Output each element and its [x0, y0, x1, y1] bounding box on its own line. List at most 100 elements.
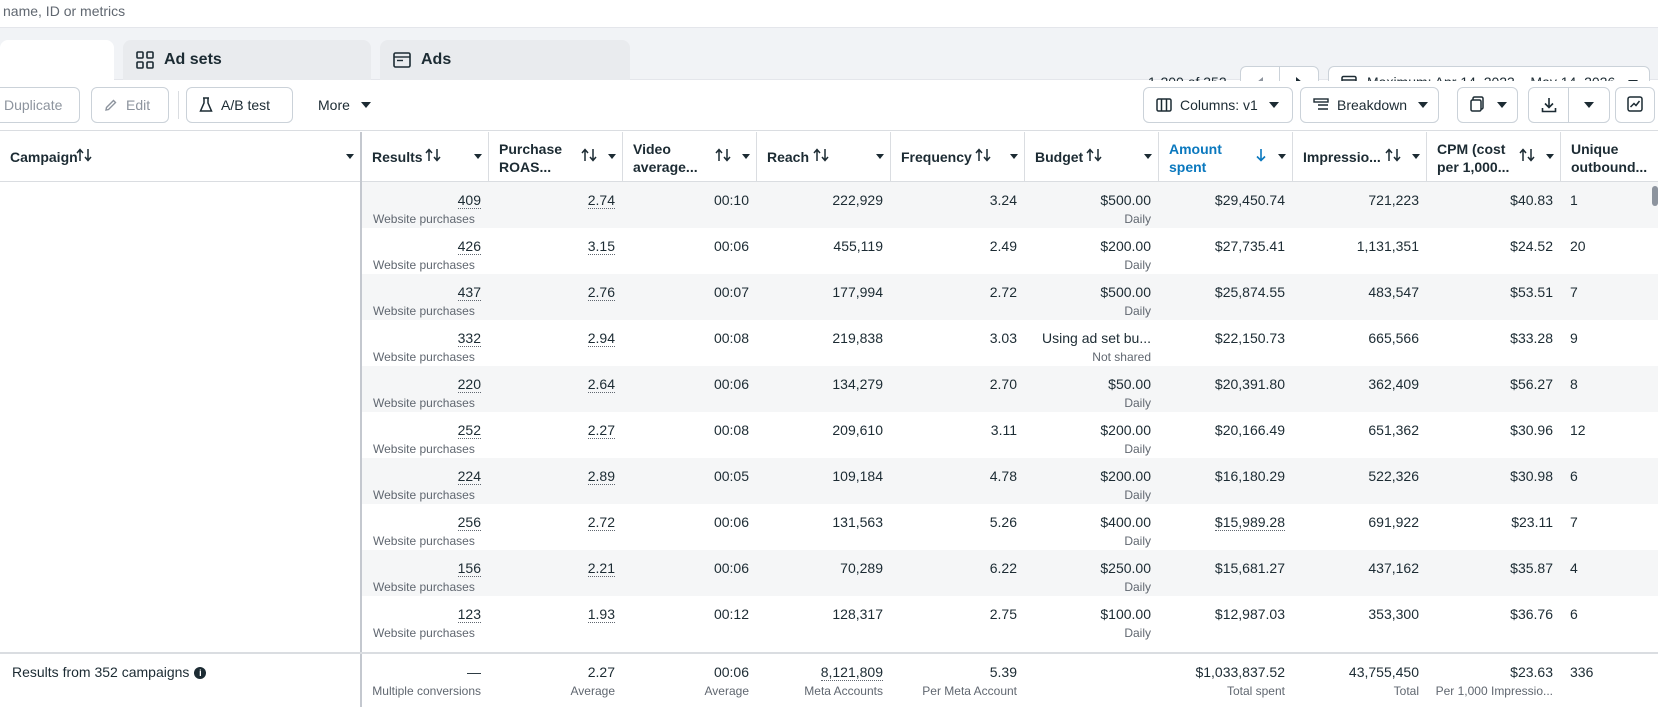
breakdown-button[interactable]: Breakdown — [1300, 87, 1439, 123]
column-header-video-average[interactable]: Video average... — [623, 132, 757, 182]
chevron-down-icon[interactable] — [608, 154, 616, 159]
sort-icon[interactable] — [813, 148, 829, 162]
results-value[interactable]: 256 — [457, 514, 481, 531]
search-input[interactable]: name, ID or metrics — [3, 3, 125, 19]
table-row[interactable]: 437 Website purchases 2.76 00:07 177,994 2.72… — [362, 274, 1658, 320]
chevron-down-icon[interactable] — [1412, 154, 1420, 159]
tab-ads[interactable]: Ads — [380, 40, 630, 80]
cell-cpm: $35.87 — [1427, 550, 1561, 596]
unique-value: 6 — [1570, 606, 1578, 622]
results-subtext: Website purchases — [373, 212, 475, 226]
column-header-cpm[interactable]: CPM (cost per 1,000... — [1427, 132, 1561, 182]
chevron-down-icon[interactable] — [1010, 154, 1018, 159]
unique-value: 7 — [1570, 514, 1578, 530]
roas-value[interactable]: 2.72 — [587, 514, 615, 531]
table-row[interactable]: 256 Website purchases 2.72 00:06 131,563 5.26… — [362, 504, 1658, 550]
results-value[interactable]: 252 — [457, 422, 481, 439]
column-header-purchase-roas[interactable]: Purchase ROAS... — [489, 132, 623, 182]
chevron-down-icon[interactable] — [876, 154, 884, 159]
roas-value[interactable]: 2.89 — [587, 468, 615, 485]
budget-subtext: Daily — [1124, 488, 1151, 502]
chevron-down-icon[interactable] — [1144, 154, 1152, 159]
chevron-down-icon[interactable] — [742, 154, 750, 159]
sort-icon[interactable] — [715, 148, 731, 162]
chevron-down-icon[interactable] — [1546, 154, 1554, 159]
frequency-value: 3.11 — [990, 422, 1017, 438]
sort-icon[interactable] — [76, 148, 92, 162]
cell-cpm: $30.96 — [1427, 412, 1561, 458]
sort-icon[interactable] — [581, 148, 597, 162]
tab-ad-sets[interactable]: Ad sets — [123, 40, 371, 80]
roas-value[interactable]: 2.94 — [587, 330, 615, 347]
chevron-down-icon[interactable] — [1278, 154, 1286, 159]
table-row[interactable]: 409 Website purchases 2.74 00:10 222,929 3.24… — [362, 182, 1658, 228]
results-value[interactable]: 220 — [457, 376, 481, 393]
search-bar[interactable]: name, ID or metrics — [0, 0, 1658, 28]
column-header-reach[interactable]: Reach — [757, 132, 891, 182]
results-value[interactable]: 437 — [457, 284, 481, 301]
sort-descending-icon[interactable] — [1255, 148, 1267, 162]
roas-value[interactable]: 3.15 — [587, 238, 615, 255]
edit-button[interactable]: Edit — [91, 87, 169, 123]
reports-button[interactable] — [1457, 87, 1518, 123]
results-value[interactable]: 224 — [457, 468, 481, 485]
sort-icon[interactable] — [1086, 148, 1102, 162]
total-frequency-sub: Per Meta Account — [922, 684, 1017, 698]
results-value[interactable]: 426 — [457, 238, 481, 255]
amount-value: $25,874.55 — [1214, 284, 1285, 300]
roas-value[interactable]: 2.64 — [587, 376, 615, 393]
cell-reach: 177,994 — [757, 274, 891, 320]
table-row[interactable]: 123 Website purchases 1.93 00:12 128,317 2.75… — [362, 596, 1658, 642]
table-row[interactable]: 224 Website purchases 2.89 00:05 109,184 4.78… — [362, 458, 1658, 504]
total-reach-value[interactable]: 8,121,809 — [820, 664, 883, 681]
sort-icon[interactable] — [1519, 148, 1535, 162]
roas-value[interactable]: 2.74 — [587, 192, 615, 209]
results-value[interactable]: 156 — [457, 560, 481, 577]
table-row[interactable]: 426 Website purchases 3.15 00:06 455,119 2.49… — [362, 228, 1658, 274]
sort-icon[interactable] — [975, 148, 991, 162]
tab-campaigns[interactable] — [0, 40, 114, 80]
table-row[interactable]: 156 Website purchases 2.21 00:06 70,289 6.22 $… — [362, 550, 1658, 596]
export-button[interactable] — [1528, 87, 1610, 123]
info-icon[interactable]: i — [194, 667, 207, 679]
results-value[interactable]: 123 — [457, 606, 481, 623]
column-header-campaign[interactable]: Campaign — [0, 132, 362, 182]
view-charts-button[interactable] — [1615, 87, 1655, 123]
roas-value[interactable]: 2.76 — [587, 284, 615, 301]
results-value[interactable]: 409 — [457, 192, 481, 209]
vertical-scrollbar[interactable] — [1652, 186, 1658, 206]
table-row[interactable]: 252 Website purchases 2.27 00:08 209,610 3.11… — [362, 412, 1658, 458]
cell-budget: $50.00 Daily — [1025, 366, 1159, 412]
more-label: More — [318, 97, 350, 113]
cell-impressions: 362,409 — [1293, 366, 1427, 412]
roas-value[interactable]: 1.93 — [587, 606, 615, 623]
results-value[interactable]: 332 — [457, 330, 481, 347]
cell-amount: $12,987.03 — [1159, 596, 1293, 642]
column-header-unique-outbound[interactable]: Unique outbound... — [1561, 132, 1658, 182]
duplicate-button[interactable]: Duplicate — [0, 87, 80, 123]
budget-value: $200.00 — [1100, 422, 1151, 438]
cell-amount: $15,989.28 — [1159, 504, 1293, 550]
cell-roas: 2.64 — [489, 366, 623, 412]
columns-button[interactable]: Columns: v1 — [1143, 87, 1293, 123]
table-row[interactable]: 332 Website purchases 2.94 00:08 219,838 3.03… — [362, 320, 1658, 366]
column-header-amount-spent[interactable]: Amount spent — [1159, 132, 1293, 182]
more-button[interactable]: More — [306, 87, 378, 123]
column-header-impressions[interactable]: Impressio... — [1293, 132, 1427, 182]
column-header-results[interactable]: Results — [362, 132, 489, 182]
chevron-down-icon[interactable] — [1569, 88, 1609, 122]
roas-value[interactable]: 2.21 — [587, 560, 615, 577]
ab-test-button[interactable]: A/B test — [186, 87, 293, 123]
column-label: Campaign — [10, 149, 78, 165]
budget-subtext: Daily — [1124, 396, 1151, 410]
column-header-budget[interactable]: Budget — [1025, 132, 1159, 182]
chevron-down-icon[interactable] — [474, 154, 482, 159]
chevron-down-icon[interactable] — [346, 154, 354, 159]
sort-icon[interactable] — [1385, 148, 1401, 162]
sort-icon[interactable] — [425, 148, 441, 162]
roas-value[interactable]: 2.27 — [587, 422, 615, 439]
table-row[interactable]: 220 Website purchases 2.64 00:06 134,279 2.70… — [362, 366, 1658, 412]
column-header-frequency[interactable]: Frequency — [891, 132, 1025, 182]
impressions-value: 437,162 — [1368, 560, 1419, 576]
cpm-value: $24.52 — [1510, 238, 1553, 254]
